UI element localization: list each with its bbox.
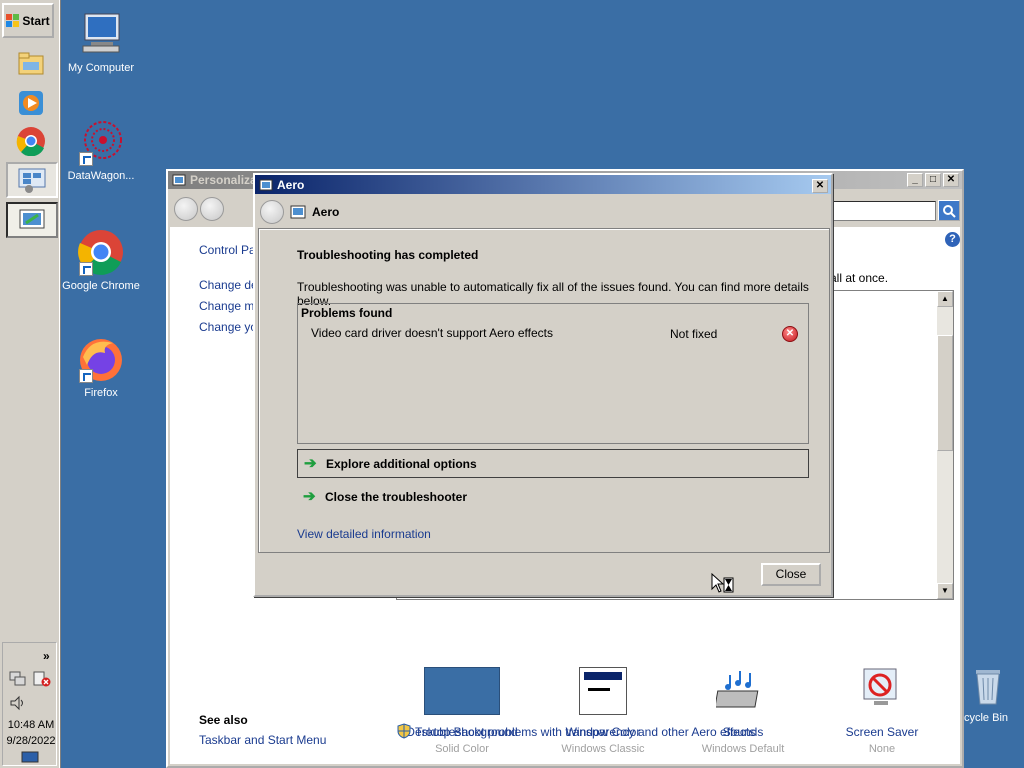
- desktop-icon-label: DataWagon...: [67, 170, 135, 182]
- start-label: Start: [22, 13, 50, 28]
- desktop-icon-label: My Computer: [67, 62, 135, 74]
- forward-button[interactable]: [200, 197, 224, 221]
- screen-saver-value: None: [868, 743, 896, 755]
- dialog-back-button[interactable]: [260, 200, 284, 224]
- tray-expand-button[interactable]: »: [43, 649, 50, 663]
- search-icon: [943, 204, 956, 218]
- option-label: Close the troubleshooter: [325, 489, 468, 504]
- show-desktop-icon[interactable]: [21, 751, 39, 763]
- taskbar-start-menu-link[interactable]: Taskbar and Start Menu: [199, 733, 326, 747]
- troubleshooter-icon: [290, 205, 306, 219]
- taskbar: Start » 10:48 AM 9/28/2022: [0, 0, 61, 768]
- desktop-background-item[interactable]: Desktop Background Solid Color: [397, 667, 527, 755]
- themes-scrollbar[interactable]: ▲ ▼: [937, 291, 953, 599]
- computer-icon: [77, 10, 125, 58]
- windows-logo-icon: [6, 13, 20, 28]
- taskbar-button-control-panel[interactable]: [6, 162, 58, 198]
- volume-icon[interactable]: [9, 695, 27, 711]
- sounds-item[interactable]: Sounds Windows Default: [678, 667, 808, 755]
- back-button[interactable]: [174, 197, 198, 221]
- close-troubleshooter-link[interactable]: ➔ Close the troubleshooter: [297, 482, 809, 511]
- problems-found-panel: Problems found Video card driver doesn't…: [297, 303, 809, 444]
- screen-saver-item[interactable]: Screen Saver None: [817, 667, 947, 755]
- problem-name[interactable]: Video card driver doesn't support Aero e…: [311, 326, 553, 340]
- view-detailed-information-link[interactable]: View detailed information: [297, 527, 431, 541]
- chrome-quicklaunch-icon[interactable]: [14, 124, 48, 158]
- scroll-up-button[interactable]: ▲: [937, 291, 953, 307]
- desktop-icon-datawagon[interactable]: DataWagon...: [61, 118, 141, 182]
- datawagon-icon: [77, 118, 125, 166]
- chrome-icon: [77, 228, 125, 276]
- desktop-background-swatch: [424, 667, 500, 715]
- recycle-bin-icon: [962, 660, 1010, 708]
- explorer-quicklaunch-icon[interactable]: [14, 46, 48, 80]
- action-center-error-icon[interactable]: [33, 671, 51, 687]
- screen-saver-label[interactable]: Screen Saver: [817, 725, 947, 739]
- dialog-titlebar[interactable]: Aero ✕: [255, 175, 831, 194]
- dialog-body: Troubleshooting has completed Troublesho…: [258, 228, 830, 553]
- window-color-item[interactable]: Window Color Windows Classic: [538, 667, 668, 755]
- option-label: Explore additional options: [326, 456, 477, 471]
- clock-date[interactable]: 9/28/2022: [3, 735, 59, 747]
- scroll-thumb[interactable]: [937, 335, 953, 451]
- personalization-nav: [174, 197, 224, 221]
- shortcut-arrow-icon: [79, 262, 93, 276]
- dialog-nav-title: Aero: [312, 205, 340, 219]
- dialog-title: Aero: [277, 177, 305, 192]
- dialog-nav: Aero: [257, 197, 829, 227]
- system-tray: » 10:48 AM 9/28/2022: [2, 642, 57, 766]
- error-icon: ✕: [782, 326, 798, 342]
- completion-heading: Troubleshooting has completed: [297, 248, 479, 262]
- personalization-title: Personaliza: [190, 173, 257, 187]
- green-arrow-icon: ➔: [303, 487, 316, 505]
- window-color-icon: [579, 667, 627, 715]
- control-panel-icon: [18, 168, 46, 193]
- see-also-heading: See also: [199, 713, 248, 727]
- problems-found-header: Problems found: [301, 306, 393, 320]
- troubleshoot-aero-link[interactable]: Troubleshoot problems with transparency …: [415, 725, 755, 739]
- sounds-icon: [716, 671, 759, 708]
- maximize-button[interactable]: □: [925, 173, 941, 187]
- desktop-icon-my-computer[interactable]: My Computer: [61, 10, 141, 74]
- dialog-window-icon: [259, 179, 273, 190]
- search-button[interactable]: [938, 200, 960, 221]
- network-icon[interactable]: [9, 671, 27, 687]
- screen-saver-icon: [863, 668, 897, 705]
- explore-additional-options-link[interactable]: ➔ Explore additional options: [297, 449, 809, 478]
- shield-icon: [397, 723, 411, 739]
- minimize-button[interactable]: _: [907, 173, 923, 187]
- close-window-button[interactable]: ✕: [943, 173, 959, 187]
- shortcut-arrow-icon: [79, 369, 93, 383]
- problem-status: Not fixed: [670, 327, 718, 341]
- shortcut-arrow-icon: [79, 152, 93, 166]
- dialog-close-x-button[interactable]: ✕: [812, 178, 828, 193]
- personalization-window-icon: [172, 174, 186, 186]
- sounds-value: Windows Default: [701, 743, 785, 755]
- aero-troubleshooter-dialog: Aero ✕ Aero Troubleshooting has complete…: [253, 173, 833, 597]
- green-arrow-icon: ➔: [304, 454, 317, 472]
- media-player-quicklaunch-icon[interactable]: [14, 86, 48, 120]
- busy-cursor-icon: [711, 573, 734, 593]
- close-button[interactable]: Close: [761, 563, 821, 586]
- themes-description-fragment: all at once.: [830, 271, 889, 285]
- help-icon[interactable]: ?: [945, 232, 960, 247]
- desktop-background-value: Solid Color: [435, 743, 489, 755]
- sidebar-link-mouse-pointers[interactable]: Change mo: [199, 299, 261, 313]
- search-input[interactable]: [826, 201, 936, 221]
- window-color-value: Windows Classic: [561, 743, 645, 755]
- desktop-icon-label: Firefox: [84, 387, 118, 399]
- desktop-icon-firefox[interactable]: Firefox: [61, 335, 141, 399]
- clock-time[interactable]: 10:48 AM: [5, 719, 57, 731]
- desktop-icon-google-chrome[interactable]: Google Chrome: [61, 228, 141, 292]
- desktop-icon-label: Google Chrome: [62, 280, 140, 292]
- scroll-down-button[interactable]: ▼: [937, 583, 953, 599]
- firefox-icon: [77, 335, 125, 383]
- personalization-icon: [19, 209, 45, 229]
- start-button[interactable]: Start: [2, 3, 54, 38]
- taskbar-button-personalization[interactable]: [6, 202, 58, 238]
